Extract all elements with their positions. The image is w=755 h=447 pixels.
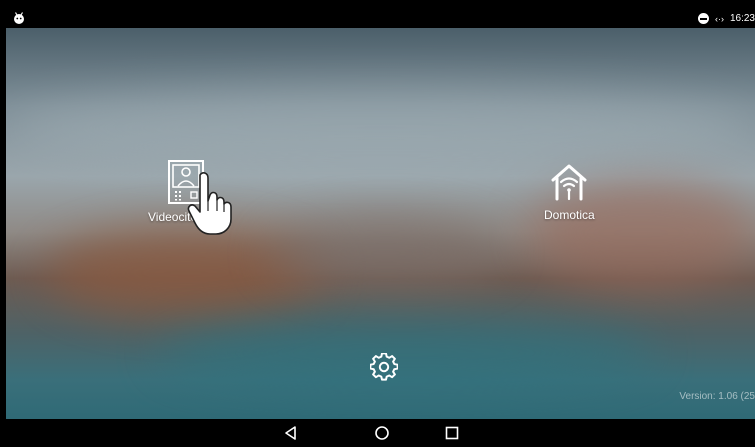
app-label: Domotica [544,208,595,222]
app-domotica[interactable]: Domotica [544,162,595,222]
home-screen: Videocitofonia Domotica Version: 1.06 (2… [6,28,755,419]
recents-icon[interactable] [443,424,461,442]
wallpaper-blob [156,318,656,388]
status-bar: ‹·› 16:23 [6,9,755,28]
smart-home-icon [551,164,587,201]
home-icon[interactable] [373,424,391,442]
android-notification-icon [14,12,24,24]
hand-pointer-icon [187,172,232,235]
status-time: 16:23 [729,13,755,24]
device-screen: ‹·› 16:23 Videocitofonia Domotica Versio… [6,9,755,447]
status-icons: ‹·› 16:23 [697,9,755,28]
back-icon[interactable] [282,424,300,442]
wallpaper-blob [266,218,506,288]
wallpaper-blob [6,88,755,168]
navigation-bar [6,419,755,447]
ethernet-icon: ‹·› [714,13,724,24]
version-label: Version: 1.06 (25 [679,391,755,402]
gear-icon[interactable] [370,353,398,381]
do-not-disturb-icon [697,13,709,24]
